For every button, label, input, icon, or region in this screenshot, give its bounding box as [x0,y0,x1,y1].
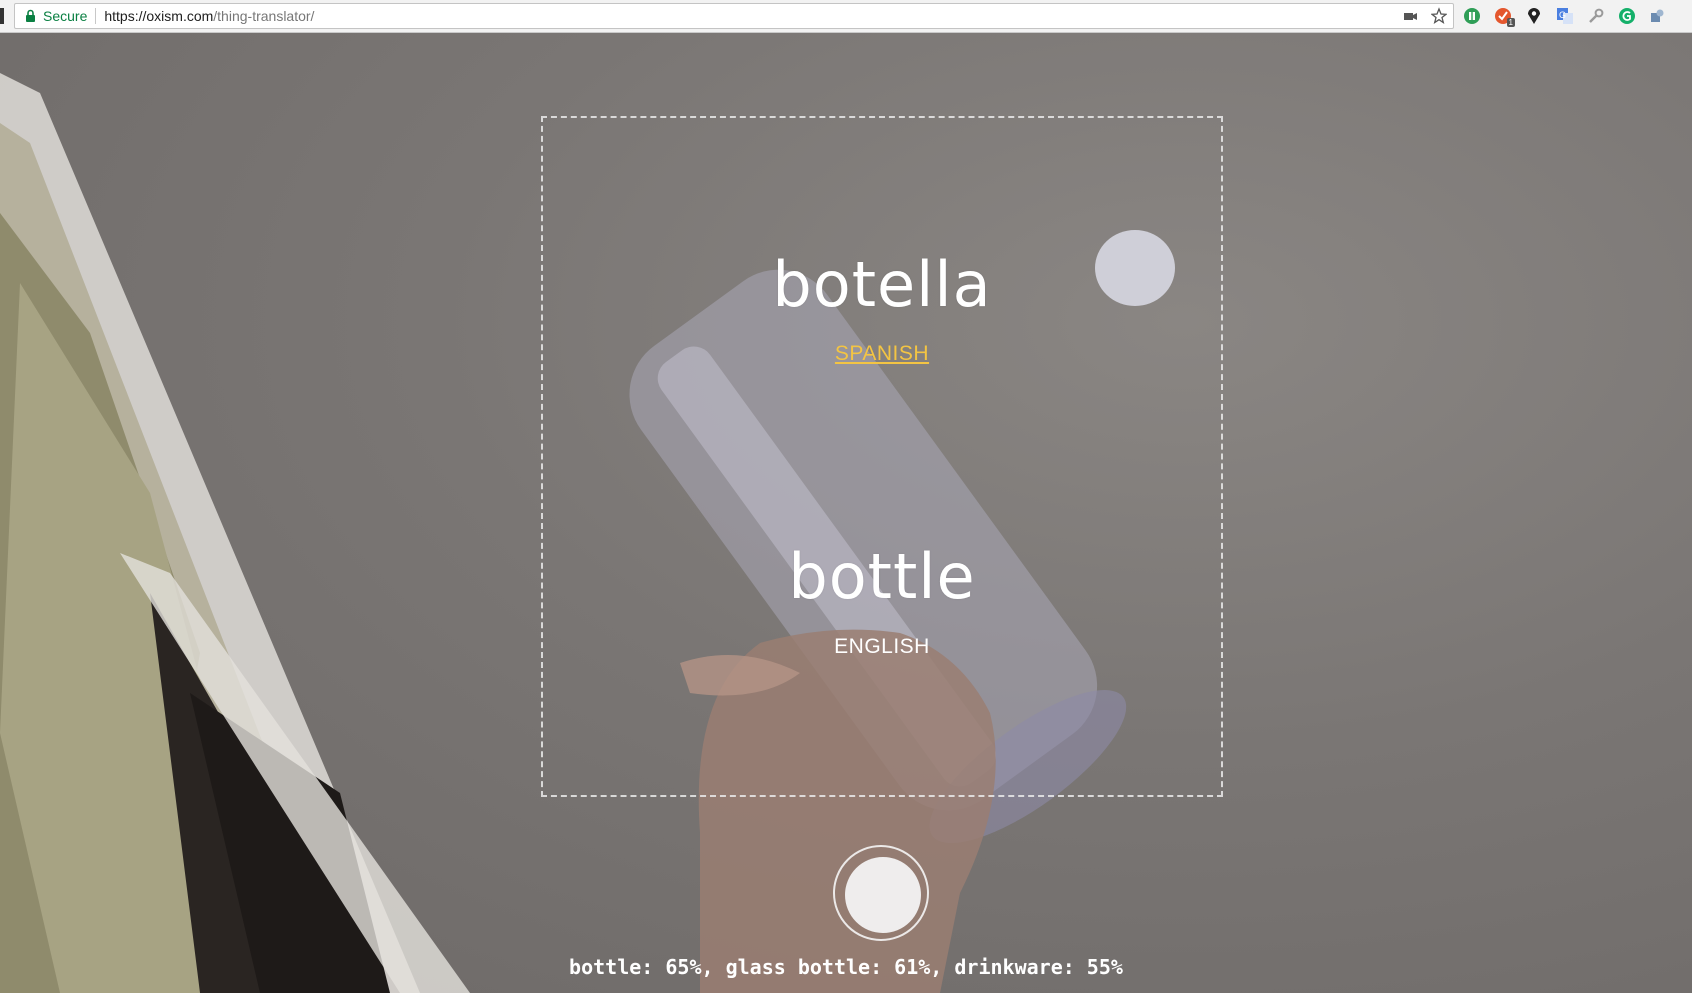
lock-icon [24,9,37,23]
source-language: ENGLISH [834,635,930,658]
wrench-icon[interactable] [1586,5,1606,27]
translated-word: botella [772,248,992,321]
url-path: /thing-translator/ [213,8,315,24]
language-select-link[interactable]: SPANISH [835,342,929,365]
svg-text:G: G [1559,10,1566,20]
extension-pin-icon[interactable] [1524,5,1544,27]
extension-bar: 1 G [1462,5,1668,27]
tab-edge [0,8,4,24]
extension-orange-icon[interactable]: 1 [1493,5,1515,27]
address-bar[interactable]: Secure https://oxism.com/thing-translato… [14,3,1454,29]
source-word: bottle [788,540,976,613]
grammarly-icon[interactable] [1617,5,1637,27]
extension-badge: 1 [1506,18,1515,27]
target-language: SPANISH [543,342,1221,366]
address-divider [95,8,97,24]
capture-button[interactable] [845,857,921,933]
prediction-scores: bottle: 65%, glass bottle: 61%, drinkwar… [569,955,1123,979]
extension-green-icon[interactable] [1462,5,1482,27]
viewfinder-frame: botella SPANISH bottle ENGLISH [541,116,1223,797]
url-host: https://oxism.com [104,8,214,24]
camera-feed: botella SPANISH bottle ENGLISH [0,33,1692,993]
puzzle-icon[interactable] [1648,5,1668,27]
star-icon[interactable] [1430,7,1448,25]
browser-toolbar: Secure https://oxism.com/thing-translato… [0,0,1692,33]
secure-label: Secure [43,8,88,24]
translate-icon[interactable]: G [1555,5,1575,27]
camera-icon[interactable] [1403,7,1419,25]
